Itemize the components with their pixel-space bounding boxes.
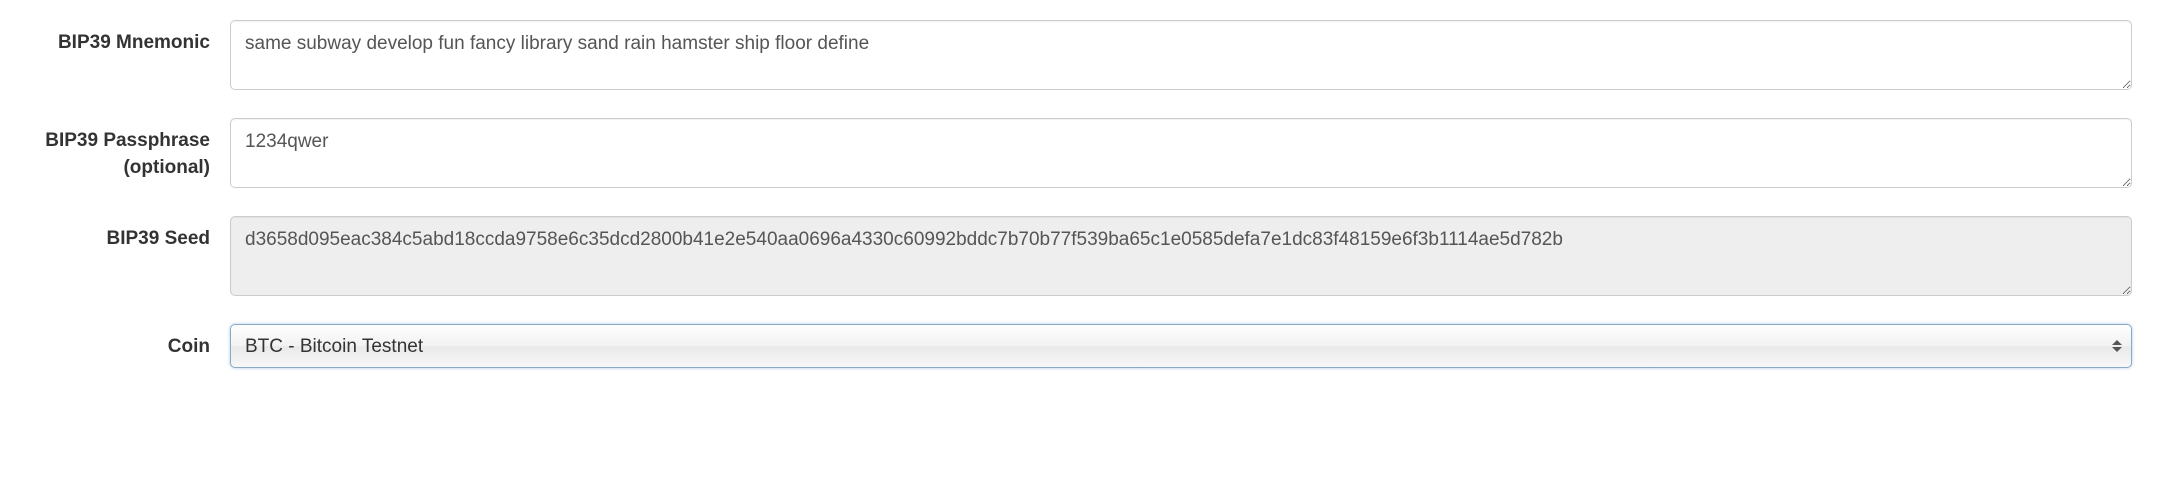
coin-label: Coin (30, 324, 230, 361)
mnemonic-input[interactable] (230, 20, 2132, 90)
seed-output[interactable] (230, 216, 2132, 296)
mnemonic-label: BIP39 Mnemonic (30, 20, 230, 57)
passphrase-label: BIP39 Passphrase (optional) (30, 118, 230, 181)
seed-label: BIP39 Seed (30, 216, 230, 253)
coin-select[interactable]: BTC - Bitcoin Testnet (230, 324, 2132, 368)
passphrase-input[interactable] (230, 118, 2132, 188)
